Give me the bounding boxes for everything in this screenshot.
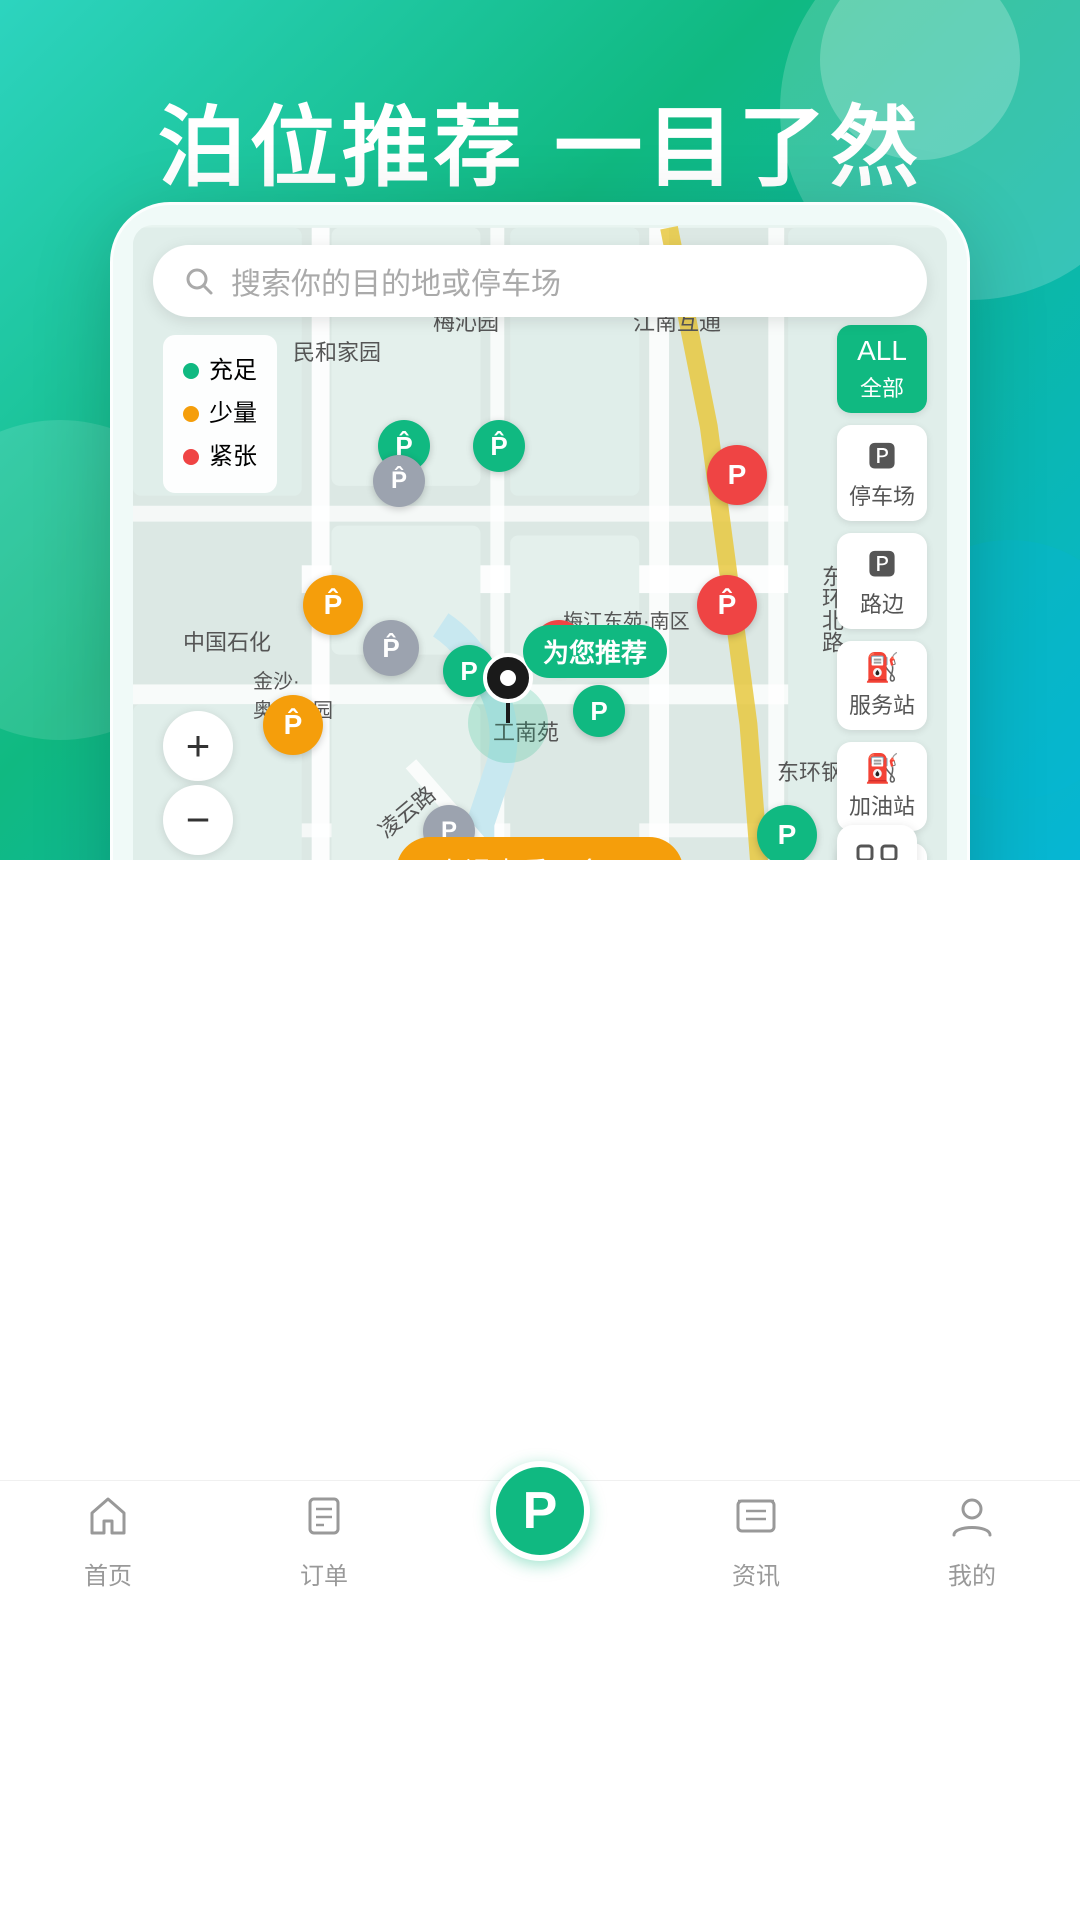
- park-center-icon: P: [523, 1481, 558, 1541]
- filter-all-label: 全部: [860, 371, 904, 403]
- filter-service-icon: ⛽: [865, 651, 900, 684]
- nav-park-center[interactable]: P: [432, 1511, 648, 1571]
- pin-green-2[interactable]: P̂: [473, 420, 525, 472]
- pin-red-2[interactable]: P̂: [697, 575, 757, 635]
- hero-section: 泊位推荐 一目了然 智能推荐就近停车场: [0, 0, 1080, 860]
- profile-icon: [948, 1491, 996, 1550]
- filter-parking-icon: 🅿: [868, 435, 896, 475]
- bottom-navigation: 首页 订单 P 资讯: [0, 1480, 1080, 1610]
- pin-red-1[interactable]: P: [707, 445, 767, 505]
- filter-service-label: 服务站: [849, 688, 915, 720]
- spacer: [0, 860, 1080, 1480]
- legend-label-tight: 紧张: [209, 435, 257, 478]
- legend-label-sufficient: 充足: [209, 349, 257, 392]
- nav-orders-label: 订单: [300, 1556, 348, 1591]
- map-label-petrochina: 中国石化: [183, 625, 271, 657]
- search-bar[interactable]: 搜索你的目的地或停车场: [153, 245, 927, 317]
- legend-dot-yellow: [183, 406, 199, 422]
- legend-item-tight: 紧张: [183, 435, 257, 478]
- legend-item-sufficient: 充足: [183, 349, 257, 392]
- zoom-out-icon: −: [186, 796, 211, 844]
- filter-gas-label: 加油站: [849, 789, 915, 821]
- filter-roadside-icon: 🅿: [868, 543, 896, 583]
- filter-buttons: ALL 全部 🅿 停车场 🅿 路边 ⛽ 服务站: [837, 325, 927, 860]
- filter-parking-label: 停车场: [849, 479, 915, 511]
- search-placeholder: 搜索你的目的地或停车场: [231, 259, 561, 303]
- pin-hat-1[interactable]: P̂: [363, 620, 419, 676]
- filter-parking-lot[interactable]: 🅿 停车场: [837, 425, 927, 521]
- news-icon: [732, 1491, 780, 1550]
- zoom-in-button[interactable]: +: [163, 711, 233, 781]
- hero-title: 泊位推荐 一目了然: [158, 100, 922, 197]
- pin-yellow-2[interactable]: P̂: [263, 695, 323, 755]
- filter-roadside[interactable]: 🅿 路边: [837, 533, 927, 629]
- pin-yellow-1[interactable]: P̂: [303, 575, 363, 635]
- map-label-minhe: 民和家园: [293, 335, 381, 367]
- pin-gray-1[interactable]: P̂: [373, 455, 425, 507]
- zoom-out-button[interactable]: −: [163, 785, 233, 855]
- pin-green-5[interactable]: P: [757, 805, 817, 860]
- search-icon: [181, 263, 217, 299]
- nav-news[interactable]: 资讯: [648, 1491, 864, 1591]
- filter-gas-icon: ⛽: [865, 752, 900, 785]
- recommend-label: 为您推荐: [543, 638, 647, 668]
- filter-roadside-label: 路边: [860, 587, 904, 619]
- scroll-more-close[interactable]: ✕: [620, 855, 643, 861]
- legend-label-scarce: 少量: [209, 392, 257, 435]
- nav-profile[interactable]: 我的: [864, 1491, 1080, 1591]
- filter-all[interactable]: ALL 全部: [837, 325, 927, 413]
- nav-home-label: 首页: [84, 1556, 132, 1591]
- legend-dot-red: [183, 449, 199, 465]
- nav-home[interactable]: 首页: [0, 1491, 216, 1591]
- zoom-controls: + −: [163, 711, 233, 855]
- filter-all-icon: ALL: [857, 335, 907, 367]
- scroll-more-label: 上滑查看更多: [436, 851, 604, 860]
- zoom-in-icon: +: [186, 722, 211, 770]
- filter-gas[interactable]: ⛽ 加油站: [837, 742, 927, 831]
- home-icon: [84, 1491, 132, 1550]
- nav-news-label: 资讯: [732, 1556, 780, 1591]
- location-dot: [500, 670, 516, 686]
- filter-service[interactable]: ⛽ 服务站: [837, 641, 927, 730]
- recommend-badge: 为您推荐: [523, 625, 667, 678]
- map-legend: 充足 少量 紧张: [163, 335, 277, 493]
- nav-orders[interactable]: 订单: [216, 1491, 432, 1591]
- legend-item-scarce: 少量: [183, 392, 257, 435]
- scan-button[interactable]: [837, 825, 917, 860]
- location-tail: [506, 703, 510, 723]
- orders-icon: [300, 1491, 348, 1550]
- phone-frame: 搜索你的目的地或停车场 充足 少量 紧张: [110, 202, 970, 860]
- park-center-button[interactable]: P: [490, 1461, 590, 1561]
- phone-mockup: 搜索你的目的地或停车场 充足 少量 紧张: [110, 202, 970, 860]
- map-container: 搜索你的目的地或停车场 充足 少量 紧张: [133, 225, 947, 860]
- nav-profile-label: 我的: [948, 1556, 996, 1591]
- pin-green-4[interactable]: P: [573, 685, 625, 737]
- scroll-more-banner[interactable]: 上滑查看更多 ✕: [396, 837, 683, 860]
- legend-dot-green: [183, 363, 199, 379]
